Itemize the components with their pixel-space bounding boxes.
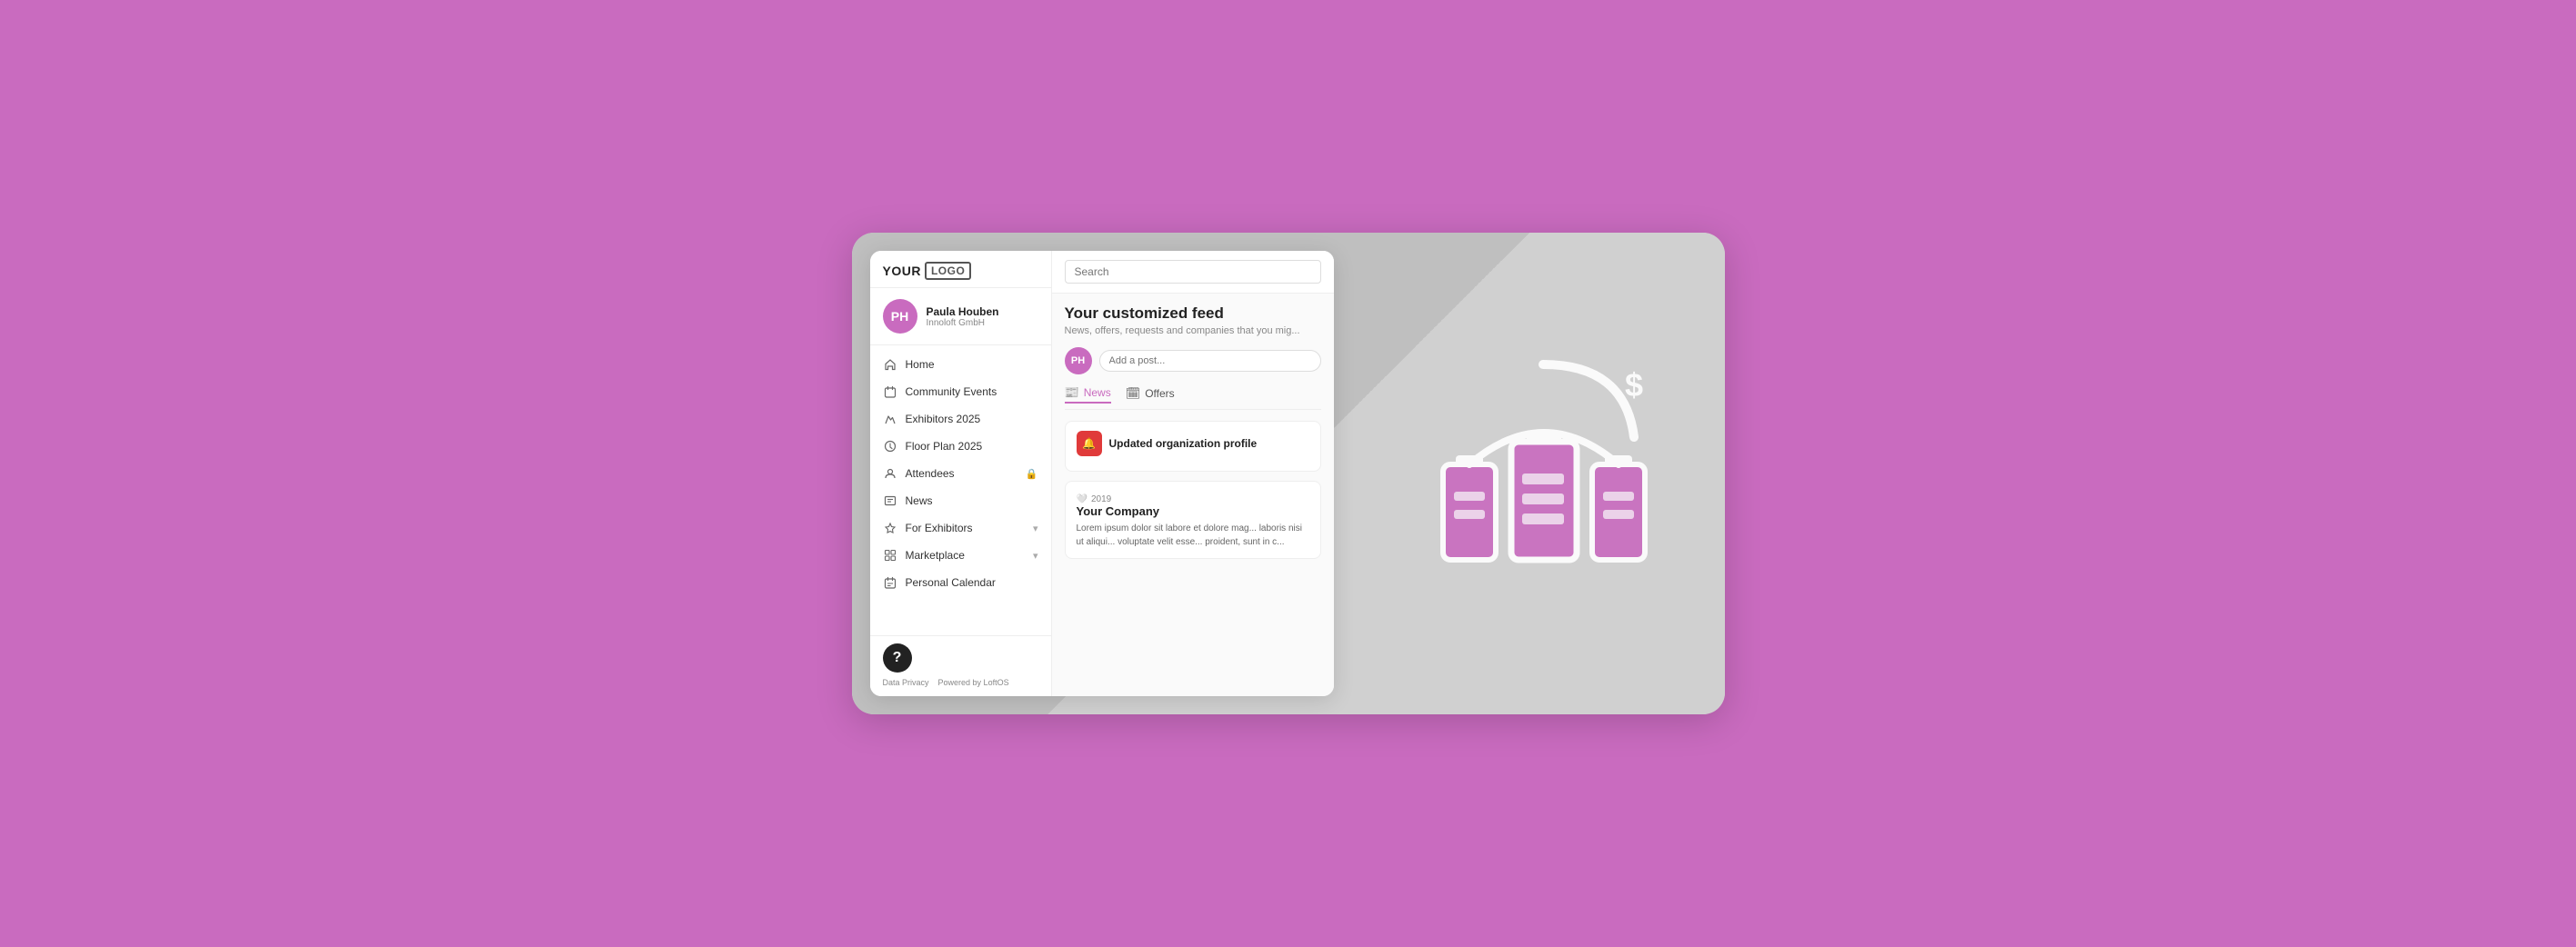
community-events-icon [883, 384, 897, 399]
chevron-down-icon-marketplace: ▾ [1033, 550, 1038, 562]
nav-list: Home Community Events Exhibitors 2025 [870, 345, 1051, 635]
sidebar-item-label-home: Home [906, 358, 1038, 371]
post-input[interactable] [1099, 350, 1321, 372]
avatar: PH [883, 299, 917, 334]
offers-tab-icon: 🗓 [1126, 386, 1141, 401]
sidebar-item-label-for-exhibitors: For Exhibitors [906, 522, 1025, 534]
news-tab-icon: 📰 [1065, 385, 1079, 400]
app-card: YOUR LOGO PH Paula Houben Innoloft GmbH [870, 251, 1334, 696]
post-org-icon: 🔔 [1077, 431, 1102, 456]
sidebar-item-for-exhibitors[interactable]: For Exhibitors ▾ [870, 514, 1051, 542]
sidebar-item-exhibitors-2025[interactable]: Exhibitors 2025 [870, 405, 1051, 433]
home-icon [883, 357, 897, 372]
post-year-badge: 🤍 2019 [1077, 494, 1309, 504]
help-button[interactable]: ? [883, 643, 912, 673]
feed-title: Your customized feed [1065, 304, 1321, 323]
post-title: Updated organization profile [1109, 437, 1258, 450]
sidebar-item-label-marketplace: Marketplace [906, 549, 1025, 562]
user-company: Innoloft GmbH [927, 318, 999, 328]
sidebar-item-label-news: News [906, 494, 1038, 507]
post-year: 2019 [1091, 494, 1111, 504]
feed-tabs: 📰 News 🗓 Offers [1065, 385, 1321, 410]
heart-icon: 🤍 [1077, 494, 1088, 504]
post-body: Lorem ipsum dolor sit labore et dolore m… [1077, 522, 1309, 549]
company-name: Your Company [1077, 504, 1309, 518]
tab-news[interactable]: 📰 News [1065, 385, 1111, 404]
tab-news-label: News [1084, 386, 1111, 399]
feed-section: Your customized feed News, offers, reque… [1052, 294, 1334, 696]
main-card: $ YOUR LOGO [852, 233, 1725, 714]
sidebar-footer: ? Data Privacy Powered by LoftOS [870, 635, 1051, 696]
sidebar-item-personal-calendar[interactable]: Personal Calendar [870, 569, 1051, 596]
marketplace-icon [883, 548, 897, 563]
exhibitors-icon [883, 412, 897, 426]
post-header: 🔔 Updated organization profile [1077, 431, 1309, 456]
search-bar [1052, 251, 1334, 294]
sidebar-item-label-personal-calendar: Personal Calendar [906, 576, 1038, 589]
for-exhibitors-icon [883, 521, 897, 535]
lock-icon: 🔒 [1026, 468, 1038, 480]
personal-calendar-icon [883, 575, 897, 590]
data-privacy-link[interactable]: Data Privacy [883, 678, 929, 687]
logo-your: YOUR [883, 264, 921, 278]
tab-offers-label: Offers [1145, 387, 1174, 400]
logo-logo: LOGO [925, 262, 971, 280]
search-input[interactable] [1065, 260, 1321, 284]
svg-text:$: $ [1625, 366, 1643, 404]
sidebar-item-marketplace[interactable]: Marketplace ▾ [870, 542, 1051, 569]
sidebar-item-community-events[interactable]: Community Events [870, 378, 1051, 405]
user-name: Paula Houben [927, 305, 999, 318]
post-card-company: 🤍 2019 Your Company Lorem ipsum dolor si… [1065, 481, 1321, 559]
sidebar-item-label-community-events: Community Events [906, 385, 1038, 398]
sidebar-item-home[interactable]: Home [870, 351, 1051, 378]
post-card-org-update: 🔔 Updated organization profile [1065, 421, 1321, 472]
feed-subtitle: News, offers, requests and companies tha… [1065, 325, 1321, 336]
chevron-down-icon: ▾ [1033, 523, 1038, 534]
sidebar-item-label-exhibitors: Exhibitors 2025 [906, 413, 1038, 425]
floor-plan-icon [883, 439, 897, 454]
sidebar-item-label-attendees: Attendees [906, 467, 1038, 480]
decorative-icon: $ [1416, 346, 1670, 601]
main-content: Your customized feed News, offers, reque… [1052, 251, 1334, 696]
sidebar: YOUR LOGO PH Paula Houben Innoloft GmbH [870, 251, 1052, 696]
tab-offers[interactable]: 🗓 Offers [1126, 385, 1175, 404]
user-section: PH Paula Houben Innoloft GmbH [870, 288, 1051, 345]
powered-by-label: Powered by LoftOS [938, 678, 1009, 687]
post-input-row: PH [1065, 347, 1321, 374]
sidebar-item-attendees[interactable]: Attendees 🔒 [870, 460, 1051, 487]
post-avatar: PH [1065, 347, 1092, 374]
news-icon [883, 493, 897, 508]
sidebar-item-news[interactable]: News [870, 487, 1051, 514]
logo-section: YOUR LOGO [870, 251, 1051, 288]
sidebar-item-label-floor-plan: Floor Plan 2025 [906, 440, 1038, 453]
user-info: Paula Houben Innoloft GmbH [927, 305, 999, 328]
sidebar-item-floor-plan[interactable]: Floor Plan 2025 [870, 433, 1051, 460]
attendees-icon [883, 466, 897, 481]
